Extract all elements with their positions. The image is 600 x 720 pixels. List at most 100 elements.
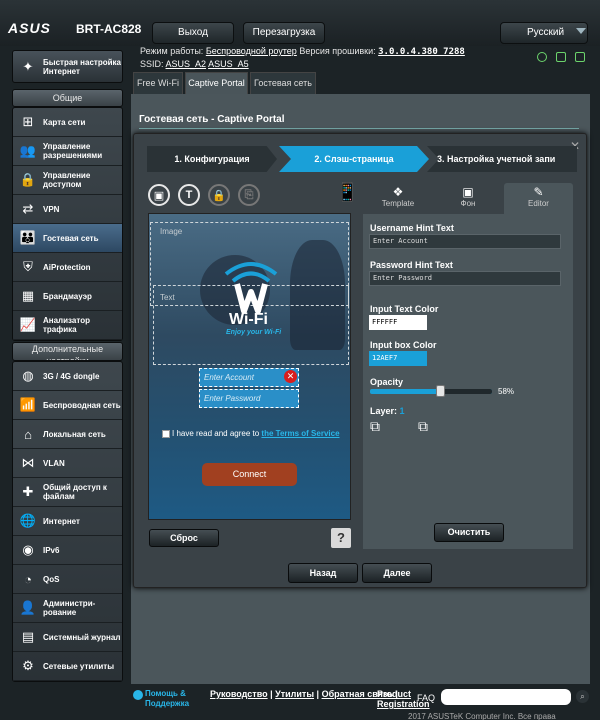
tab-guest-network[interactable]: Гостевая сеть xyxy=(250,72,316,94)
sidebar-item-label: Брандмауэр xyxy=(43,291,92,301)
lock-icon[interactable]: 🔒 xyxy=(208,184,230,206)
password-hint-input[interactable]: Enter Password xyxy=(369,271,561,286)
copy-icon[interactable]: ⎘ xyxy=(238,184,260,206)
firmware-link[interactable]: 3.0.0.4.380_7288 xyxy=(378,47,465,57)
sidebar-item[interactable]: ▦ Брандмауэр xyxy=(13,282,122,311)
tab-free-wifi[interactable]: Free Wi-Fi xyxy=(133,72,183,94)
image-tool-icon[interactable]: ▣ xyxy=(148,184,170,206)
file-sharing-icon: ✚ xyxy=(22,484,34,499)
help-support-link[interactable]: Помощь & Поддержка xyxy=(145,689,205,709)
ssid-link-2[interactable]: ASUS_A5 xyxy=(208,59,249,69)
sidebar-item[interactable]: ◉ IPv6 xyxy=(13,536,122,565)
product-registration-link[interactable]: Product Registration xyxy=(377,689,430,709)
sidebar-item[interactable]: 👪 Гостевая сеть xyxy=(13,224,122,253)
access-control-icon: 🔒 xyxy=(19,172,37,187)
faq-search-input[interactable] xyxy=(441,689,571,705)
sidebar-item[interactable]: ⇄ VPN xyxy=(13,195,122,224)
administration-icon: 👤 xyxy=(19,600,37,615)
step-account-settings[interactable]: 3. Настройка учетной запи xyxy=(427,146,577,172)
tos-link[interactable]: the Terms of Service xyxy=(261,429,339,438)
firewall-icon: ▦ xyxy=(21,288,35,303)
next-button[interactable]: Далее xyxy=(362,563,432,583)
tos-text: I have read and agree to the Terms of Se… xyxy=(172,429,340,438)
wizard-steps: 1. Конфигурация 2. Слэш-страница 3. Наст… xyxy=(147,146,577,172)
asus-logo: ASUS xyxy=(8,20,51,36)
sidebar-item[interactable]: ⋈ VLAN xyxy=(13,449,122,478)
step-configuration[interactable]: 1. Конфигурация xyxy=(147,146,277,172)
clear-button[interactable]: Очистить xyxy=(434,523,504,542)
mobile-preview-icon[interactable]: 📱 xyxy=(336,182,358,203)
sidebar-item-label: VLAN xyxy=(43,458,65,468)
dongle-icon: ◍ xyxy=(22,368,34,383)
sidebar-item[interactable]: ⌂ Локальная сеть xyxy=(13,420,122,449)
quick-setup-label: Быстрая настройка Интернет xyxy=(43,57,121,76)
tab-background-label: Фон xyxy=(460,199,476,208)
internet-icon: 🌐 xyxy=(19,513,37,528)
advanced-header: Дополнительные настройки xyxy=(12,342,123,361)
layer-down-icon[interactable]: ⧉ xyxy=(418,418,428,435)
sidebar-item[interactable]: 👤 Администри-рование xyxy=(13,594,122,623)
advanced-menu: ◍ 3G / 4G dongle 📶 Беспроводная сеть ⌂ Локаль… xyxy=(12,361,123,682)
op-mode-link[interactable]: Беспроводной роутер xyxy=(206,46,297,56)
sidebar-item[interactable]: ◍ 3G / 4G dongle xyxy=(13,362,122,391)
picture-icon: ▣ xyxy=(462,185,474,199)
tab-template[interactable]: ❖ Template xyxy=(368,183,428,214)
fw-label: Версия прошивки: xyxy=(299,46,376,56)
connect-button[interactable]: Connect xyxy=(202,463,297,486)
usb-status-icon[interactable] xyxy=(556,52,566,62)
sidebar-item[interactable]: 👥 Управление разрешениями xyxy=(13,137,122,166)
sidebar-item[interactable]: 📈 Анализатор трафика xyxy=(13,311,122,340)
search-icon[interactable]: ⌕ xyxy=(576,690,589,703)
username-hint-input[interactable]: Enter Account xyxy=(369,234,561,249)
footer-links: Руководство | Утилиты | Обратная связь | xyxy=(210,689,398,699)
sidebar-item-label: AiProtection xyxy=(43,262,91,272)
input-box-color-field[interactable]: 12AEF7 xyxy=(369,351,427,366)
opacity-slider-thumb[interactable] xyxy=(436,385,445,397)
sidebar-item-label: Общий доступ к файлам xyxy=(43,483,107,501)
manual-link[interactable]: Руководство xyxy=(210,689,268,699)
reset-button[interactable]: Сброс xyxy=(149,529,219,547)
sidebar-item[interactable]: ⚙ Сетевые утилиты xyxy=(13,652,122,681)
sidebar-item[interactable]: 🌐 Интернет xyxy=(13,507,122,536)
title-divider xyxy=(139,128,579,129)
user-status-icon[interactable] xyxy=(537,52,547,62)
delete-element-icon[interactable]: ✕ xyxy=(284,370,297,383)
sidebar-item-label: Анализатор трафика xyxy=(43,316,90,334)
quick-setup-button[interactable]: ✦ Быстрая настройка Интернет xyxy=(12,50,123,83)
sidebar-item[interactable]: ▤ Системный журнал xyxy=(13,623,122,652)
ssid-status: SSID: ASUS_A2 ASUS_A5 xyxy=(140,59,249,69)
sidebar-item[interactable]: ⛨ AiProtection xyxy=(13,253,122,282)
reboot-button[interactable]: Перезагрузка xyxy=(243,22,325,44)
sidebar-item-label: Гостевая сеть xyxy=(43,233,99,243)
ssid-link-1[interactable]: ASUS_A2 xyxy=(166,59,207,69)
utilities-link[interactable]: Утилиты xyxy=(275,689,314,699)
sidebar-item[interactable]: 📶 Беспроводная сеть xyxy=(13,391,122,420)
tab-background[interactable]: ▣ Фон xyxy=(438,183,498,214)
text-tool-icon[interactable]: T xyxy=(178,184,200,206)
sidebar-item[interactable]: 🔒 Управление доступом xyxy=(13,166,122,195)
system-log-icon: ▤ xyxy=(21,629,35,644)
router-model: BRT-AC828 xyxy=(76,22,142,36)
network-status-icon[interactable] xyxy=(575,52,585,62)
aiprotection-icon: ⛨ xyxy=(23,259,33,274)
sidebar-item[interactable]: ✚ Общий доступ к файлам xyxy=(13,478,122,507)
layer-up-icon[interactable]: ⧉ xyxy=(370,418,380,435)
general-header: Общие xyxy=(12,89,123,107)
opacity-slider-rest xyxy=(441,389,492,394)
sidebar-item[interactable]: ⊞ Карта сети xyxy=(13,108,122,137)
input-text-color-field[interactable]: FFFFFF xyxy=(369,315,427,330)
tab-editor[interactable]: ✎ Editor xyxy=(504,183,573,214)
sidebar-item-label: Интернет xyxy=(43,516,80,526)
tab-editor-label: Editor xyxy=(528,199,549,208)
sidebar-item-label: IPv6 xyxy=(43,545,60,555)
ssid-label: SSID: xyxy=(140,59,164,69)
tab-captive-portal[interactable]: Captive Portal xyxy=(185,72,248,94)
password-field[interactable]: Enter Password xyxy=(199,389,299,408)
help-button[interactable]: ? xyxy=(331,528,351,548)
back-button[interactable]: Назад xyxy=(288,563,358,583)
step-splash-page[interactable]: 2. Слэш-страница xyxy=(279,146,429,172)
language-select[interactable]: Русский xyxy=(500,22,588,44)
tos-checkbox[interactable] xyxy=(162,430,170,438)
logout-button[interactable]: Выход xyxy=(152,22,234,44)
sidebar-item[interactable]: ◔ QoS xyxy=(13,565,122,594)
